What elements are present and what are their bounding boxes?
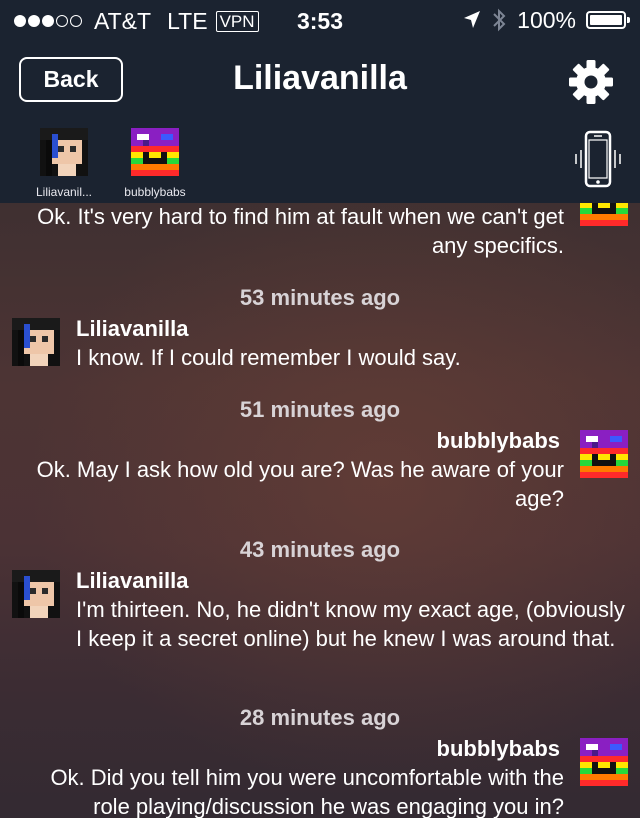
message-timestamp: 51 minutes ago (239, 397, 401, 422)
liliavanilla-avatar (40, 128, 88, 176)
message-sender: bubblybabs (436, 428, 560, 453)
message-sender: bubblybabs (436, 736, 560, 761)
liliavanilla-avatar[interactable] (12, 318, 60, 366)
top-chrome: AT&T LTE VPN 3:53 100% Back Liliavanilla (0, 0, 640, 203)
liliavanilla-avatar[interactable] (12, 570, 60, 618)
message-sender: Liliavanilla (76, 316, 189, 341)
bubblybabs-avatar (131, 128, 179, 176)
gear-icon[interactable] (566, 57, 616, 107)
location-arrow-icon (464, 11, 481, 28)
message-timestamp: 53 minutes ago (239, 285, 401, 310)
participant-name: Liliavanil... (35, 185, 93, 199)
message-list[interactable]: Ok. It's very hard to find him at fault … (0, 203, 640, 818)
chat-screen: Ok. It's very hard to find him at fault … (0, 0, 640, 818)
message-timestamp: 28 minutes ago (239, 705, 401, 730)
message-timestamp: 43 minutes ago (239, 537, 401, 562)
message-text: Ok. May I ask how old you are? Was he aw… (36, 457, 564, 511)
message-text: Ok. Did you tell him you were uncomforta… (50, 765, 564, 818)
battery-percent: 100% (517, 6, 576, 33)
bluetooth-icon (493, 8, 506, 32)
bubblybabs-avatar[interactable] (580, 738, 628, 786)
page-title: Liliavanilla (233, 59, 407, 97)
bubblybabs-avatar[interactable] (580, 203, 628, 226)
message-text: I'm thirteen. No, he didn't know my exac… (76, 597, 625, 651)
status-bar: AT&T LTE VPN 3:53 100% (0, 0, 640, 40)
participant-name: bubblybabs (124, 185, 186, 199)
status-right: 100% (463, 6, 630, 34)
message-text: Ok. It's very hard to find him at fault … (37, 204, 564, 258)
message-sender: Liliavanilla (76, 568, 189, 593)
participant-bubblybabs[interactable]: bubblybabs (115, 128, 195, 199)
phone-vibrate-icon[interactable] (570, 128, 626, 190)
message-text: I know. If I could remember I would say. (76, 345, 461, 370)
battery-icon (586, 11, 630, 29)
bubblybabs-avatar[interactable] (580, 430, 628, 478)
nav-bar: Back Liliavanilla (0, 40, 640, 120)
participant-liliavanilla[interactable]: Liliavanil... (24, 128, 104, 199)
participant-bar: Liliavanil... bubblybabs (0, 122, 640, 202)
